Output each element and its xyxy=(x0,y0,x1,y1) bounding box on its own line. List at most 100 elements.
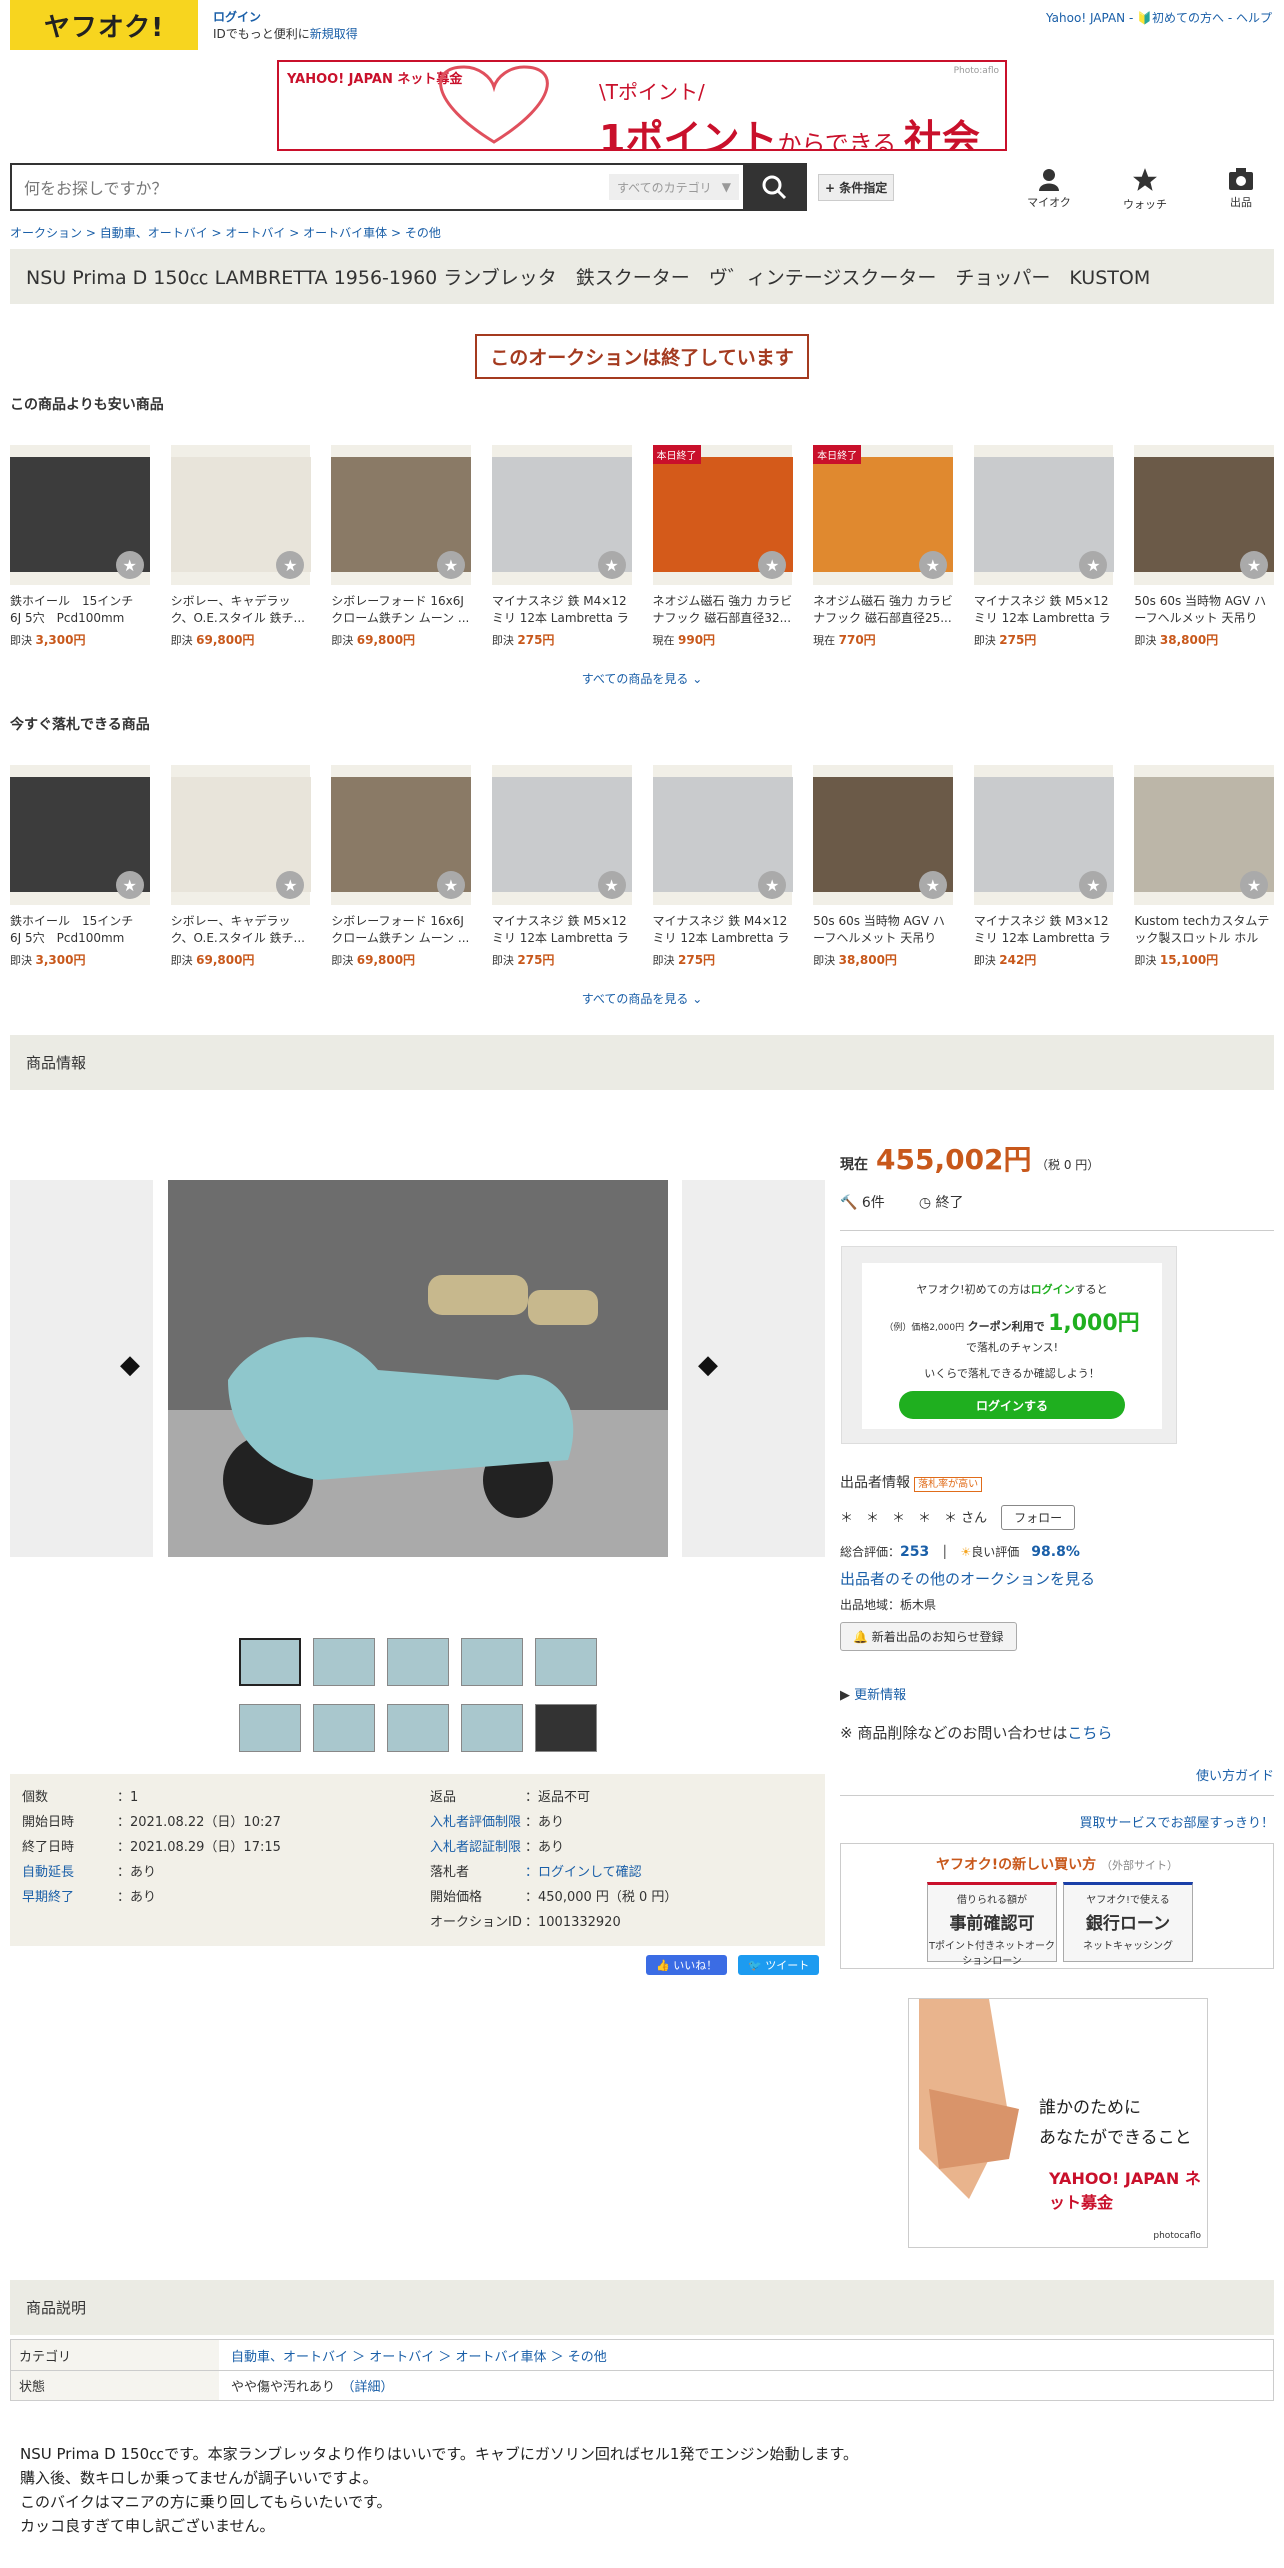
item-name[interactable]: 鉄ホイール 15インチ 6J 5穴 Pcd100mm オ... xyxy=(10,593,150,627)
item-image[interactable]: 本日終了 ★ xyxy=(652,445,793,585)
item-name[interactable]: シボレー、キャデラック、O.E.スタイル 鉄チ... xyxy=(171,593,311,627)
watch-star-icon[interactable]: ★ xyxy=(758,871,787,899)
see-all-link[interactable]: すべての商品を見る ⌄ xyxy=(0,990,1284,1007)
charity-banner[interactable]: YAHOO! JAPAN ネット募金 \Tポイント/ 1ポイントからできる 社会… xyxy=(277,60,1007,151)
item-name[interactable]: マイナスネジ 鉄 M3×12ミリ 12本 Lambretta ラン... xyxy=(974,913,1114,947)
breadcrumb-item[interactable]: その他 xyxy=(405,226,441,240)
yafuoku-logo[interactable]: ヤフオク! xyxy=(10,0,198,50)
watch-star-icon[interactable]: ★ xyxy=(436,871,465,899)
watch-star-icon[interactable]: ★ xyxy=(918,871,947,899)
item-name[interactable]: マイナスネジ 鉄 M5×12ミリ 12本 Lambretta ラン... xyxy=(974,593,1114,627)
item-name[interactable]: 50s 60s 当時物 AGV ハーフヘルメット 天吊り M... xyxy=(813,913,953,947)
item-image[interactable]: ★ xyxy=(652,765,793,905)
sell-button[interactable]: 出品 xyxy=(1216,167,1266,212)
follow-button[interactable]: フォロー xyxy=(1001,1505,1076,1530)
buy-service-link[interactable]: 買取サービスでお部屋すっきり！ xyxy=(840,1812,1274,1831)
login-link[interactable]: ログイン xyxy=(213,10,261,24)
category-link[interactable]: 自動車、オートバイ ＞ オートバイ ＞ オートバイ車体 ＞ その他 xyxy=(219,2346,607,2365)
detail-label[interactable]: 自動延長 xyxy=(22,1865,74,1880)
watch-button[interactable]: ウォッチ xyxy=(1120,167,1170,212)
top-links[interactable]: Yahoo! JAPAN - 🔰初めての方へ - ヘルプ xyxy=(1046,9,1272,26)
list-item[interactable]: ★ 鉄ホイール 15インチ 6J 5穴 Pcd100mm オ... 即決 3,300… xyxy=(10,765,150,968)
watch-star-icon[interactable]: ★ xyxy=(1240,871,1268,899)
item-name[interactable]: シボレーフォード 16x6J クローム鉄チン ムーン ... xyxy=(331,913,471,947)
chevron-right-icon[interactable]: ◆ xyxy=(698,1350,728,1380)
item-name[interactable]: Kustom techカスタムテック製スロットル ホルダ... xyxy=(1134,913,1274,947)
thumbnail[interactable] xyxy=(534,1638,597,1686)
item-name[interactable]: シボレー、キャデラック、O.E.スタイル 鉄チ... xyxy=(171,913,311,947)
item-image[interactable]: ★ xyxy=(170,765,311,905)
category-select[interactable]: すべてのカテゴリ ▼ xyxy=(609,174,739,200)
item-image[interactable]: ★ xyxy=(331,765,472,905)
signup-link[interactable]: 新規取得 xyxy=(310,27,358,41)
detail-label[interactable]: 早期終了 xyxy=(22,1890,74,1905)
thumbnail[interactable] xyxy=(312,1704,375,1752)
thumbnail[interactable] xyxy=(386,1638,449,1686)
conditions-button[interactable]: + 条件指定 xyxy=(818,174,895,201)
item-name[interactable]: 鉄ホイール 15インチ 6J 5穴 Pcd100mm オ... xyxy=(10,913,150,947)
bank-loan-button[interactable]: ヤフオク!で使える 銀行ローン ネットキャッシング xyxy=(1063,1882,1193,1962)
thumbnail[interactable] xyxy=(534,1704,597,1752)
watch-star-icon[interactable]: ★ xyxy=(1079,871,1108,899)
watch-star-icon[interactable]: ★ xyxy=(115,871,144,899)
item-name[interactable]: マイナスネジ 鉄 M4×12ミリ 12本 Lambretta ラン... xyxy=(492,593,632,627)
notify-button[interactable]: 🔔 新着出品のお知らせ登録 xyxy=(840,1622,1017,1651)
list-item[interactable]: 本日終了 ★ ネオジム磁石 強力 カラビナフック 磁石部直径32... 現在 990円 xyxy=(652,445,793,648)
item-name[interactable]: マイナスネジ 鉄 M5×12ミリ 12本 Lambretta ラン... xyxy=(492,913,632,947)
item-image[interactable]: ★ xyxy=(491,765,632,905)
list-item[interactable]: ★ Kustom techカスタムテック製スロットル ホルダ... 即決 15,10… xyxy=(1134,765,1275,968)
detail-value[interactable]: ：ログインして確認 xyxy=(525,1861,642,1886)
login-button[interactable]: ログインする xyxy=(899,1391,1125,1419)
item-image[interactable]: ★ xyxy=(491,445,632,585)
list-item[interactable]: ★ シボレーフォード 16x6J クローム鉄チン ムーン ... 即決 69,800… xyxy=(331,445,472,648)
breadcrumb-item[interactable]: オートバイ xyxy=(225,226,285,240)
tweet-button[interactable]: 🐦 ツイート xyxy=(738,1955,820,1975)
watch-star-icon[interactable]: ★ xyxy=(918,551,947,579)
thumbnail[interactable] xyxy=(460,1704,523,1752)
see-all-link[interactable]: すべての商品を見る ⌄ xyxy=(0,670,1284,687)
item-image[interactable]: ★ xyxy=(973,445,1114,585)
watch-star-icon[interactable]: ★ xyxy=(276,551,305,579)
item-image[interactable]: ★ xyxy=(170,445,311,585)
item-image[interactable]: ★ xyxy=(973,765,1114,905)
thumbnail[interactable] xyxy=(386,1704,449,1752)
search-button[interactable] xyxy=(743,165,805,209)
list-item[interactable]: ★ 鉄ホイール 15インチ 6J 5穴 Pcd100mm オ... 即決 3,300… xyxy=(10,445,150,648)
thumbnail[interactable] xyxy=(312,1638,375,1686)
item-image[interactable]: ★ xyxy=(10,765,150,905)
list-item[interactable]: ★ マイナスネジ 鉄 M5×12ミリ 12本 Lambretta ラン... 即決 … xyxy=(491,765,632,968)
list-item[interactable]: ★ シボレーフォード 16x6J クローム鉄チン ムーン ... 即決 69,800… xyxy=(331,765,472,968)
watch-star-icon[interactable]: ★ xyxy=(758,551,787,579)
breadcrumb-item[interactable]: オートバイ車体 xyxy=(303,226,387,240)
thumbnail[interactable] xyxy=(460,1638,523,1686)
detail-label[interactable]: 入札者認証制限 xyxy=(430,1840,521,1855)
item-image[interactable]: ★ xyxy=(10,445,150,585)
watch-star-icon[interactable]: ★ xyxy=(276,871,305,899)
thumbnail[interactable] xyxy=(238,1638,301,1686)
item-name[interactable]: 50s 60s 当時物 AGV ハーフヘルメット 天吊り M... xyxy=(1134,593,1274,627)
item-name[interactable]: ネオジム磁石 強力 カラビナフック 磁石部直径25... xyxy=(813,593,953,627)
watch-star-icon[interactable]: ★ xyxy=(1240,551,1268,579)
mypage-button[interactable]: マイオク xyxy=(1024,167,1074,212)
item-image[interactable]: ★ xyxy=(1134,445,1275,585)
list-item[interactable]: ★ マイナスネジ 鉄 M4×12ミリ 12本 Lambretta ラン... 即決 … xyxy=(491,445,632,648)
condition-detail-link[interactable]: （詳細） xyxy=(348,2380,394,2395)
list-item[interactable]: ★ マイナスネジ 鉄 M3×12ミリ 12本 Lambretta ラン... 即決 … xyxy=(973,765,1114,968)
item-name[interactable]: シボレーフォード 16x6J クローム鉄チン ムーン ... xyxy=(331,593,471,627)
item-name[interactable]: マイナスネジ 鉄 M4×12ミリ 12本 Lambretta ラン... xyxy=(653,913,793,947)
update-info-link[interactable]: ▶ 更新情報 xyxy=(840,1684,1274,1703)
detail-label[interactable]: 入札者評価制限 xyxy=(430,1815,521,1830)
item-image[interactable]: ★ xyxy=(1134,765,1275,905)
watch-star-icon[interactable]: ★ xyxy=(597,871,626,899)
like-button[interactable]: 👍 いいね！ xyxy=(646,1955,728,1975)
rating-link[interactable]: 253 xyxy=(900,1544,929,1560)
item-image[interactable]: 本日終了 ★ xyxy=(813,445,954,585)
chevron-left-icon[interactable]: ◆ xyxy=(120,1350,150,1380)
guide-link[interactable]: 使い方ガイド xyxy=(840,1765,1274,1784)
list-item[interactable]: 本日終了 ★ ネオジム磁石 強力 カラビナフック 磁石部直径25... 現在 770円 xyxy=(813,445,954,648)
inquiry-link[interactable]: こちら xyxy=(1067,1724,1112,1742)
breadcrumb-item[interactable]: 自動車、オートバイ xyxy=(100,226,208,240)
list-item[interactable]: ★ 50s 60s 当時物 AGV ハーフヘルメット 天吊り M... 即決 38,… xyxy=(813,765,954,968)
watch-star-icon[interactable]: ★ xyxy=(115,551,144,579)
main-image[interactable] xyxy=(168,1180,668,1557)
